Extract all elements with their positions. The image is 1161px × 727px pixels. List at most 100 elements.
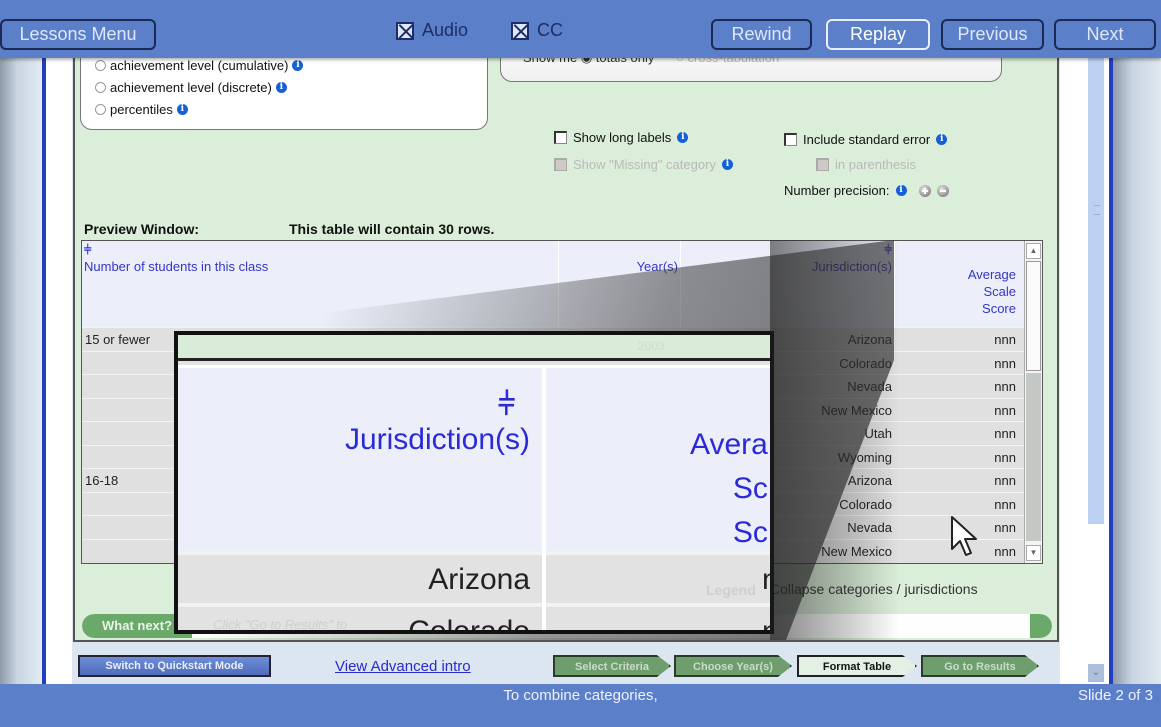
- step-go-to-results[interactable]: Go to Results: [921, 655, 1039, 677]
- cc-toggle[interactable]: CC: [511, 20, 563, 41]
- magnified-jurisdiction: Arizona: [428, 563, 530, 596]
- preview-window-label: Preview Window:: [84, 221, 200, 237]
- header-avg-line: Score: [982, 301, 1016, 316]
- include-standard-error-checkbox[interactable]: [784, 133, 797, 146]
- magnified-avg-line: Avera: [690, 428, 768, 461]
- cell-value: nnn: [994, 496, 1016, 512]
- cell-value: nnn: [994, 473, 1016, 488]
- table-scrollbar[interactable]: ▲ ▼: [1024, 241, 1042, 563]
- info-icon[interactable]: i: [936, 134, 948, 145]
- header-category-label: Number of students in this class: [84, 259, 269, 274]
- radio-option-cumulative[interactable]: achievement level (cumulative) i: [95, 58, 304, 73]
- player-bottom-bar: To combine categories, Slide 2 of 3: [0, 684, 1161, 727]
- radio-label: achievement level (cumulative): [110, 58, 289, 73]
- number-precision-control: Number precision: i: [784, 183, 949, 198]
- radio-option-discrete[interactable]: achievement level (discrete) i: [95, 80, 287, 95]
- left-gutter: [0, 48, 42, 688]
- cell-value: nnn: [994, 402, 1016, 418]
- next-button[interactable]: Next: [1054, 19, 1156, 50]
- scroll-track[interactable]: [1026, 373, 1041, 541]
- view-advanced-intro-link[interactable]: View Advanced intro: [335, 658, 471, 675]
- lesson-player: ⌄ achievement level (cumulative) i achie…: [0, 0, 1161, 727]
- show-long-labels-label: Show long labels: [573, 130, 672, 145]
- header-years-label: Year(s): [636, 259, 678, 274]
- magnified-jurisdiction: Colorado: [408, 615, 530, 634]
- cell-value: nnn: [994, 355, 1016, 371]
- collapse-categories-icon[interactable]: ⫩: [84, 241, 554, 258]
- radio-button[interactable]: [95, 60, 106, 71]
- step-choose-years[interactable]: Choose Year(s): [674, 655, 792, 677]
- increase-precision-icon[interactable]: [918, 184, 931, 197]
- right-gutter: [1113, 48, 1161, 688]
- column-divider: [558, 241, 559, 327]
- radio-button[interactable]: [95, 104, 106, 115]
- show-long-labels-checkbox[interactable]: [554, 131, 567, 144]
- in-parenthesis-label: in parenthesis: [835, 157, 916, 172]
- cell-value: nnn: [994, 520, 1016, 535]
- cell-value: nnn: [994, 426, 1016, 441]
- lessons-menu-button[interactable]: Lessons Menu: [0, 19, 156, 50]
- include-standard-error-label: Include standard error: [803, 132, 931, 147]
- cell-category: 16-18: [85, 473, 119, 488]
- decrease-precision-icon[interactable]: [936, 184, 949, 197]
- caption-text: To combine categories,: [503, 687, 658, 704]
- header-jurisdictions: ⫩ Jurisdiction(s): [682, 241, 892, 327]
- left-margin: [46, 48, 72, 688]
- info-icon[interactable]: i: [176, 104, 188, 115]
- show-missing-option: Show "Missing" category i: [554, 157, 733, 172]
- audio-checkbox-icon[interactable]: [396, 21, 414, 40]
- audio-toggle[interactable]: Audio: [396, 20, 468, 41]
- magnified-avg-line: Sc: [732, 472, 768, 505]
- scroll-thumb[interactable]: [1026, 261, 1041, 371]
- show-missing-label: Show "Missing" category: [573, 157, 716, 172]
- magnified-collapse-icon: ⫩: [498, 388, 516, 421]
- magnified-header: ⫩ Jurisdiction(s) Avera Sc Sc: [178, 365, 770, 551]
- column-divider: [894, 241, 895, 327]
- in-parenthesis-checkbox: [816, 158, 829, 171]
- info-icon[interactable]: i: [275, 82, 287, 93]
- info-icon[interactable]: i: [895, 185, 907, 196]
- rewind-button[interactable]: Rewind: [711, 19, 812, 50]
- page-scrollbar[interactable]: [1088, 48, 1104, 524]
- cell-value: nnn: [994, 449, 1016, 465]
- cc-label: CC: [537, 20, 563, 40]
- show-long-labels-option[interactable]: Show long labels i: [554, 130, 689, 145]
- page-scrollbar-grip[interactable]: [1094, 205, 1100, 215]
- cell-value: nnn: [994, 332, 1016, 347]
- magnified-column-divider: [542, 365, 546, 630]
- show-missing-checkbox: [554, 158, 567, 171]
- radio-option-percentiles[interactable]: percentiles i: [95, 102, 188, 117]
- column-divider: [680, 241, 681, 327]
- previous-button[interactable]: Previous: [941, 19, 1044, 50]
- info-icon[interactable]: i: [292, 60, 304, 71]
- scroll-up-arrow[interactable]: ▲: [1026, 243, 1041, 259]
- step-format-table[interactable]: Format Table: [797, 655, 917, 677]
- switch-quickstart-button[interactable]: Switch to Quickstart Mode: [78, 655, 271, 677]
- magnifier-inset: 2003 ⫩ Jurisdiction(s) Avera Sc Sc Arizo…: [174, 331, 774, 634]
- scroll-down-arrow[interactable]: ▼: [1026, 545, 1041, 561]
- cell-category: 15 or fewer: [85, 332, 151, 347]
- info-icon[interactable]: i: [677, 132, 689, 143]
- in-parenthesis-option: in parenthesis: [816, 157, 916, 172]
- table-header: ⫩ Number of students in this class Year(…: [82, 241, 1026, 327]
- magnified-legend-ghost: Legend: [706, 582, 756, 598]
- legend-text: Collapse categories / jurisdictions: [769, 580, 978, 597]
- include-standard-error-option[interactable]: Include standard error i: [784, 132, 948, 147]
- radio-button[interactable]: [95, 82, 106, 93]
- magnified-hint-ghost: Click "Go to Results" to: [213, 617, 348, 632]
- preview-row-count: This table will contain 30 rows.: [289, 221, 495, 237]
- collapse-jurisdictions-icon[interactable]: ⫩: [682, 241, 892, 258]
- replay-button[interactable]: Replay: [826, 19, 930, 50]
- step-select-criteria[interactable]: Select Criteria: [553, 655, 671, 677]
- cell-value: nnn: [994, 543, 1016, 559]
- radio-label: achievement level (discrete): [110, 80, 272, 95]
- header-jurisdictions-label: Jurisdiction(s): [811, 259, 892, 274]
- step-navigation: Switch to Quickstart Mode View Advanced …: [73, 646, 1059, 684]
- page-scroll-down-arrow[interactable]: ⌄: [1088, 664, 1104, 682]
- cc-checkbox-icon[interactable]: [511, 21, 529, 40]
- info-icon[interactable]: i: [721, 159, 733, 170]
- header-avg-line: Scale: [983, 284, 1016, 299]
- audio-label: Audio: [422, 20, 469, 40]
- magnified-green-strip: 2003: [178, 335, 770, 361]
- magnified-average-header: Avera Sc Sc: [690, 423, 768, 555]
